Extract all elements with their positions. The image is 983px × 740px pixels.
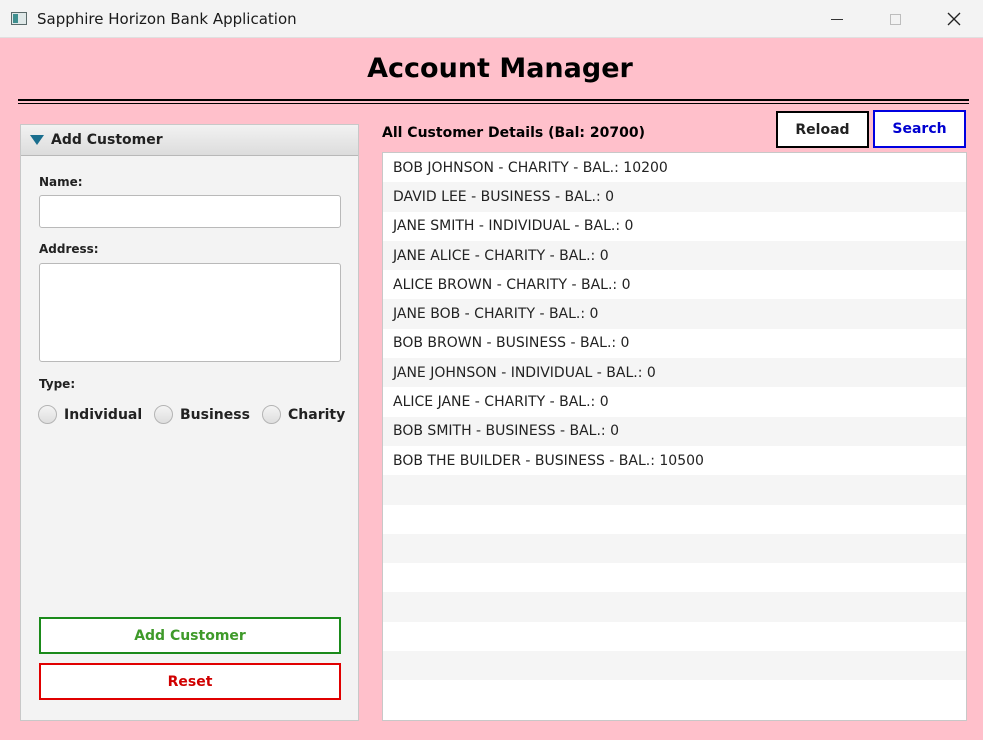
window-title: Sapphire Horizon Bank Application [37,10,297,28]
list-item[interactable]: DAVID LEE - BUSINESS - BAL.: 0 [383,182,966,212]
list-item[interactable]: BOB JOHNSON - CHARITY - BAL.: 10200 [383,153,966,182]
app-icon [11,12,27,25]
type-label: Type: [39,377,76,391]
add-customer-panel-header[interactable]: Add Customer [21,125,358,156]
minimize-icon [831,18,843,20]
customer-list[interactable]: BOB JOHNSON - CHARITY - BAL.: 10200 DAVID… [382,152,967,721]
radio-label: Business [180,406,250,423]
list-item[interactable] [383,622,966,651]
radio-label: Individual [64,406,143,423]
list-item[interactable] [383,563,966,592]
list-item[interactable]: JANE SMITH - INDIVIDUAL - BAL.: 0 [383,212,966,241]
close-icon [947,12,961,26]
list-item[interactable]: ALICE BROWN - CHARITY - BAL.: 0 [383,270,966,299]
list-item[interactable] [383,592,966,622]
maximize-icon [889,13,901,25]
list-item[interactable] [383,505,966,534]
header-divider [18,99,969,101]
type-radio-individual[interactable]: Individual [38,405,142,424]
add-customer-button[interactable]: Add Customer [39,617,341,654]
list-item[interactable] [383,680,966,709]
list-item[interactable]: ALICE JANE - CHARITY - BAL.: 0 [383,387,966,416]
reload-button[interactable]: Reload [776,111,869,148]
name-label: Name: [39,175,83,189]
panel-title: Add Customer [51,132,163,148]
radio-circle-icon[interactable] [262,405,281,424]
list-item[interactable] [383,533,966,564]
type-radio-charity[interactable]: Charity [262,405,345,424]
list-item[interactable] [383,475,966,505]
radio-circle-icon[interactable] [154,405,173,424]
header-divider-thin [18,103,969,104]
add-customer-panel: Add Customer Name: Address: Type: Indivi… [20,124,359,721]
list-item[interactable]: BOB BROWN - BUSINESS - BAL.: 0 [383,329,966,358]
window-titlebar: Sapphire Horizon Bank Application [0,0,983,38]
customer-list-title: All Customer Details (Bal: 20700) [382,125,646,141]
list-item[interactable]: BOB THE BUILDER - BUSINESS - BAL.: 10500 [383,446,966,475]
address-label: Address: [39,242,99,256]
list-item[interactable] [383,651,966,681]
page-title: Account Manager [367,53,633,84]
maximize-button[interactable] [866,0,924,38]
list-item[interactable]: JANE JOHNSON - INDIVIDUAL - BAL.: 0 [383,358,966,388]
list-item[interactable]: JANE ALICE - CHARITY - BAL.: 0 [383,240,966,271]
name-field[interactable] [39,195,341,228]
radio-circle-icon[interactable] [38,405,57,424]
type-radio-business[interactable]: Business [154,405,250,424]
list-item[interactable]: JANE BOB - CHARITY - BAL.: 0 [383,299,966,329]
list-item[interactable]: BOB SMITH - BUSINESS - BAL.: 0 [383,416,966,446]
address-field[interactable] [39,263,341,362]
radio-label: Charity [288,406,346,423]
collapse-triangle-icon[interactable] [30,135,44,145]
minimize-button[interactable] [808,0,866,38]
reset-button[interactable]: Reset [39,663,341,700]
close-button[interactable] [925,0,983,38]
search-button[interactable]: Search [873,110,966,148]
